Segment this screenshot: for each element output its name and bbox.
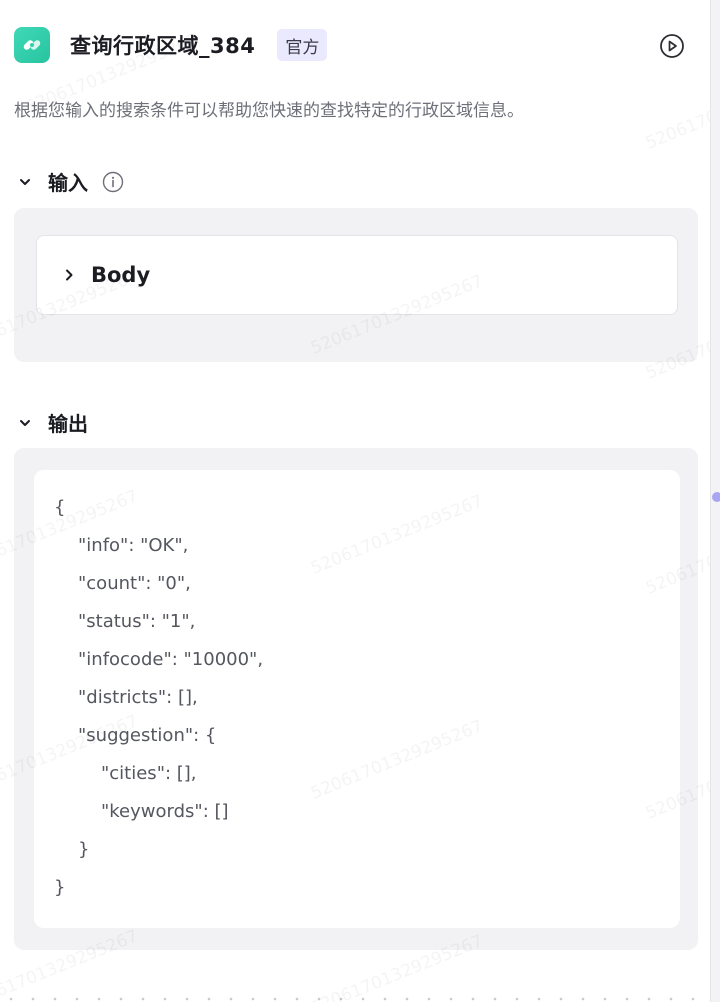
run-button[interactable] — [659, 33, 685, 59]
json-line: "suggestion": { — [78, 725, 217, 746]
plugin-detail-panel: 查询行政区域_384 官方 根据您输入的搜索条件可以帮助您快速的查找特定的行政区… — [0, 0, 720, 1002]
json-line: "districts": [], — [78, 687, 198, 708]
output-container: { "info": "OK", "count": "0", "status": … — [14, 448, 698, 950]
official-badge: 官方 — [277, 29, 328, 61]
body-param-label: Body — [91, 263, 151, 287]
output-section-toggle[interactable]: 输出 — [16, 408, 88, 437]
output-section-title: 输出 — [48, 412, 88, 436]
chevron-down-icon — [20, 178, 30, 185]
input-section-title: 输入 — [48, 171, 88, 195]
info-icon[interactable] — [102, 171, 124, 193]
chevron-right-icon — [66, 269, 73, 281]
json-output: { "info": "OK", "count": "0", "status": … — [34, 470, 680, 928]
json-line: "count": "0", — [78, 573, 191, 594]
plugin-icon — [14, 27, 50, 63]
json-line: } — [78, 839, 90, 860]
json-line: "keywords": [] — [101, 801, 229, 822]
json-line: "status": "1", — [78, 611, 196, 632]
link-icon — [23, 40, 41, 50]
page-title: 查询行政区域_384 — [70, 34, 256, 58]
input-section-toggle[interactable]: 输入 — [16, 167, 124, 196]
plugin-description: 根据您输入的搜索条件可以帮助您快速的查找特定的行政区域信息。 — [14, 101, 524, 121]
json-line: { — [54, 497, 66, 518]
body-param-row[interactable]: Body — [36, 235, 678, 315]
json-line: "cities": [], — [101, 763, 197, 784]
json-line: "infocode": "10000", — [78, 649, 264, 670]
json-line: "info": "OK", — [78, 535, 189, 556]
header: 查询行政区域_384 官方 — [14, 26, 694, 64]
json-line: } — [54, 877, 66, 898]
resize-handle[interactable] — [712, 492, 720, 502]
chevron-down-icon — [20, 419, 30, 426]
play-circle-icon — [660, 34, 684, 58]
dotted-divider — [0, 996, 710, 1002]
input-container: Body — [14, 208, 698, 362]
